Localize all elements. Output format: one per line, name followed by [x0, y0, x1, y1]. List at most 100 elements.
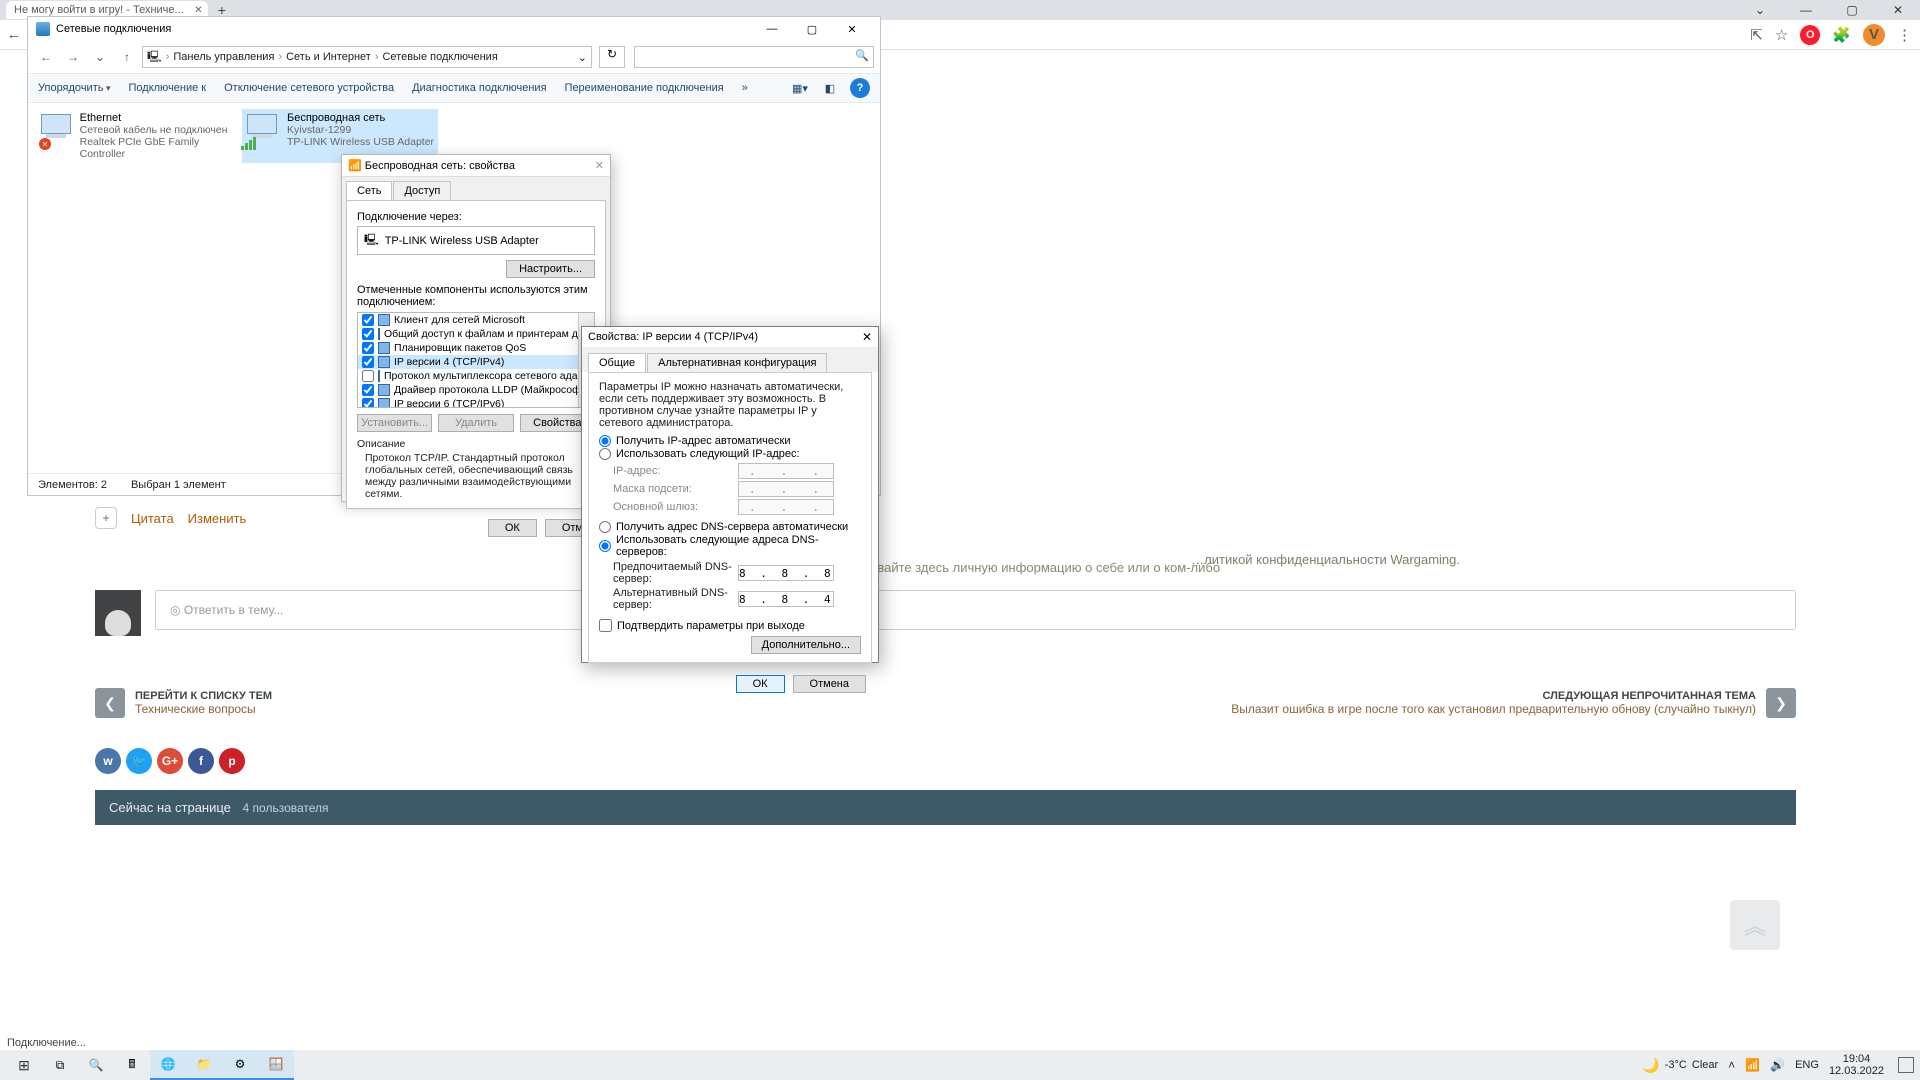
network-adapter-ethernet[interactable]: ✕ Ethernet Сетевой кабель не подключен R…: [38, 109, 234, 163]
props-a-titlebar[interactable]: 📶 Беспроводная сеть: свойства ✕: [342, 155, 610, 177]
props-b-titlebar[interactable]: Свойства: IP версии 4 (TCP/IPv4) ✕: [582, 327, 878, 347]
explorer-search[interactable]: [634, 46, 874, 68]
component-row[interactable]: Планировщик пакетов QoS: [358, 341, 594, 355]
lang-indicator[interactable]: ENG: [1795, 1059, 1819, 1071]
taskbar-app-chrome[interactable]: 🌐: [150, 1050, 186, 1080]
radio-manual-dns[interactable]: [599, 540, 611, 552]
configure-button[interactable]: Настроить...: [506, 260, 595, 278]
dns1-field[interactable]: [738, 565, 834, 581]
wifi-icon: 📶: [348, 159, 362, 172]
notifications-icon[interactable]: [1898, 1057, 1914, 1073]
tb-organize[interactable]: Упорядочить: [38, 82, 111, 94]
tab-network[interactable]: Сеть: [346, 181, 392, 200]
tab-access[interactable]: Доступ: [393, 181, 451, 200]
nav-dropdown-icon[interactable]: ⌄: [88, 50, 112, 64]
explorer-min[interactable]: —: [752, 23, 792, 36]
radio-auto-ip[interactable]: [599, 435, 611, 447]
view-icons-icon[interactable]: ▦▾: [790, 78, 810, 98]
nav-up-icon[interactable]: ↑: [115, 50, 139, 64]
explorer-max[interactable]: ▢: [792, 23, 832, 36]
explorer-close[interactable]: ✕: [832, 23, 872, 36]
tb-rename[interactable]: Переименование подключения: [565, 82, 724, 94]
arrow-right-icon: ❯: [1766, 688, 1796, 718]
gateway-field[interactable]: [738, 499, 834, 515]
privacy-text-fragment: …литикой конфиденциальности Wargaming.: [1191, 552, 1460, 567]
reply-input[interactable]: ◎ Ответить в тему...: [155, 590, 1796, 630]
taskbar-app-explorer[interactable]: 📁: [186, 1050, 222, 1080]
extension-opera-icon[interactable]: O: [1800, 25, 1820, 45]
chrome-minimize[interactable]: —: [1788, 3, 1824, 17]
taskbar-clock[interactable]: 19:04 12.03.2022: [1829, 1053, 1884, 1077]
explorer-title-text: Сетевые подключения: [56, 23, 171, 35]
close-icon[interactable]: ✕: [862, 330, 872, 344]
scroll-top-button[interactable]: ︽: [1730, 900, 1780, 950]
component-row[interactable]: Клиент для сетей Microsoft: [358, 313, 594, 327]
refresh-button[interactable]: ↻: [599, 46, 625, 68]
close-icon[interactable]: ✕: [595, 159, 604, 172]
profile-avatar[interactable]: V: [1863, 24, 1885, 46]
taskbar-app-wot[interactable]: ⚙: [222, 1050, 258, 1080]
network-icon: [36, 22, 50, 36]
twitter-icon[interactable]: 🐦: [126, 748, 152, 774]
chrome-dropdown-icon[interactable]: ⌄: [1742, 3, 1778, 17]
ok-button[interactable]: ОК: [736, 675, 785, 693]
preview-pane-icon[interactable]: ◧: [820, 78, 840, 98]
pinterest-icon[interactable]: p: [219, 748, 245, 774]
radio-manual-ip[interactable]: [599, 448, 611, 460]
chrome-menu-icon[interactable]: ⋮: [1897, 26, 1912, 44]
tb-connect[interactable]: Подключение к: [129, 82, 207, 94]
chrome-close[interactable]: ✕: [1880, 3, 1916, 17]
advanced-button[interactable]: Дополнительно...: [751, 636, 861, 654]
prev-topic-nav[interactable]: ❮ ПЕРЕЙТИ К СПИСКУ ТЕМ Технические вопро…: [95, 688, 272, 718]
tray-up-icon[interactable]: ˄: [1728, 1058, 1735, 1072]
vk-icon[interactable]: w: [95, 748, 121, 774]
extensions-icon[interactable]: 🧩: [1832, 26, 1851, 44]
facebook-icon[interactable]: f: [188, 748, 214, 774]
dns2-field[interactable]: [738, 591, 834, 607]
tab-close-icon[interactable]: ✕: [194, 5, 202, 16]
nav-back-icon[interactable]: ←: [0, 26, 28, 43]
chrome-maximize[interactable]: ▢: [1834, 3, 1870, 17]
share-icon[interactable]: ⇱: [1750, 26, 1763, 44]
component-row[interactable]: Драйвер протокола LLDP (Майкрософт): [358, 383, 594, 397]
nav-back-icon[interactable]: ←: [34, 50, 58, 64]
nav-fwd-icon[interactable]: →: [61, 50, 85, 64]
taskbar-app-calculator[interactable]: 🖩: [114, 1050, 150, 1080]
tab-general[interactable]: Общие: [588, 353, 646, 372]
taskview-icon[interactable]: ⧉: [42, 1050, 78, 1080]
remove-button[interactable]: Удалить: [438, 414, 513, 432]
mask-field[interactable]: [738, 481, 834, 497]
ipv4-props-dialog: Свойства: IP версии 4 (TCP/IPv4) ✕ Общие…: [581, 326, 879, 663]
component-row[interactable]: Общий доступ к файлам и принтерам для се…: [358, 327, 594, 341]
speaker-icon[interactable]: 🔊: [1770, 1058, 1785, 1072]
plus-button[interactable]: +: [95, 507, 117, 529]
help-icon[interactable]: ?: [850, 78, 870, 98]
wifi-icon[interactable]: 📶: [1745, 1058, 1760, 1072]
cancel-button[interactable]: Отмена: [793, 675, 866, 693]
component-row-ipv4[interactable]: IP версии 4 (TCP/IPv4): [358, 355, 594, 369]
gplus-icon[interactable]: G+: [157, 748, 183, 774]
confirm-checkbox[interactable]: [599, 619, 612, 632]
tb-more[interactable]: »: [742, 82, 748, 94]
ok-button[interactable]: ОК: [488, 519, 537, 537]
edit-link[interactable]: Изменить: [188, 511, 247, 526]
explorer-titlebar[interactable]: Сетевые подключения — ▢ ✕: [28, 17, 880, 41]
quote-link[interactable]: Цитата: [131, 511, 174, 526]
taskbar-app-settings[interactable]: 🪟: [258, 1050, 294, 1080]
radio-auto-dns[interactable]: [599, 521, 611, 533]
star-icon[interactable]: ☆: [1775, 26, 1788, 44]
component-row[interactable]: IP версии 6 (TCP/IPv6): [358, 397, 594, 408]
address-bar[interactable]: 🖳 › Панель управления › Сеть и Интернет …: [142, 46, 592, 68]
install-button[interactable]: Установить...: [357, 414, 432, 432]
tab-alt-config[interactable]: Альтернативная конфигурация: [647, 353, 827, 372]
status-connecting: Подключение...: [3, 1036, 90, 1050]
taskbar-app-magnifier[interactable]: 🔍: [78, 1050, 114, 1080]
component-row[interactable]: Протокол мультиплексора сетевого адаптер…: [358, 369, 594, 383]
tb-disable[interactable]: Отключение сетевого устройства: [224, 82, 394, 94]
components-list[interactable]: Клиент для сетей Microsoft Общий доступ …: [357, 312, 595, 408]
ip-field[interactable]: [738, 463, 834, 479]
next-topic-nav[interactable]: СЛЕДУЮЩАЯ НЕПРОЧИТАННАЯ ТЕМА Вылазит оши…: [1231, 688, 1796, 718]
tb-diagnose[interactable]: Диагностика подключения: [412, 82, 546, 94]
taskbar-weather[interactable]: 🌙 -3°C Clear: [1642, 1057, 1718, 1074]
start-button[interactable]: ⊞: [6, 1050, 42, 1080]
